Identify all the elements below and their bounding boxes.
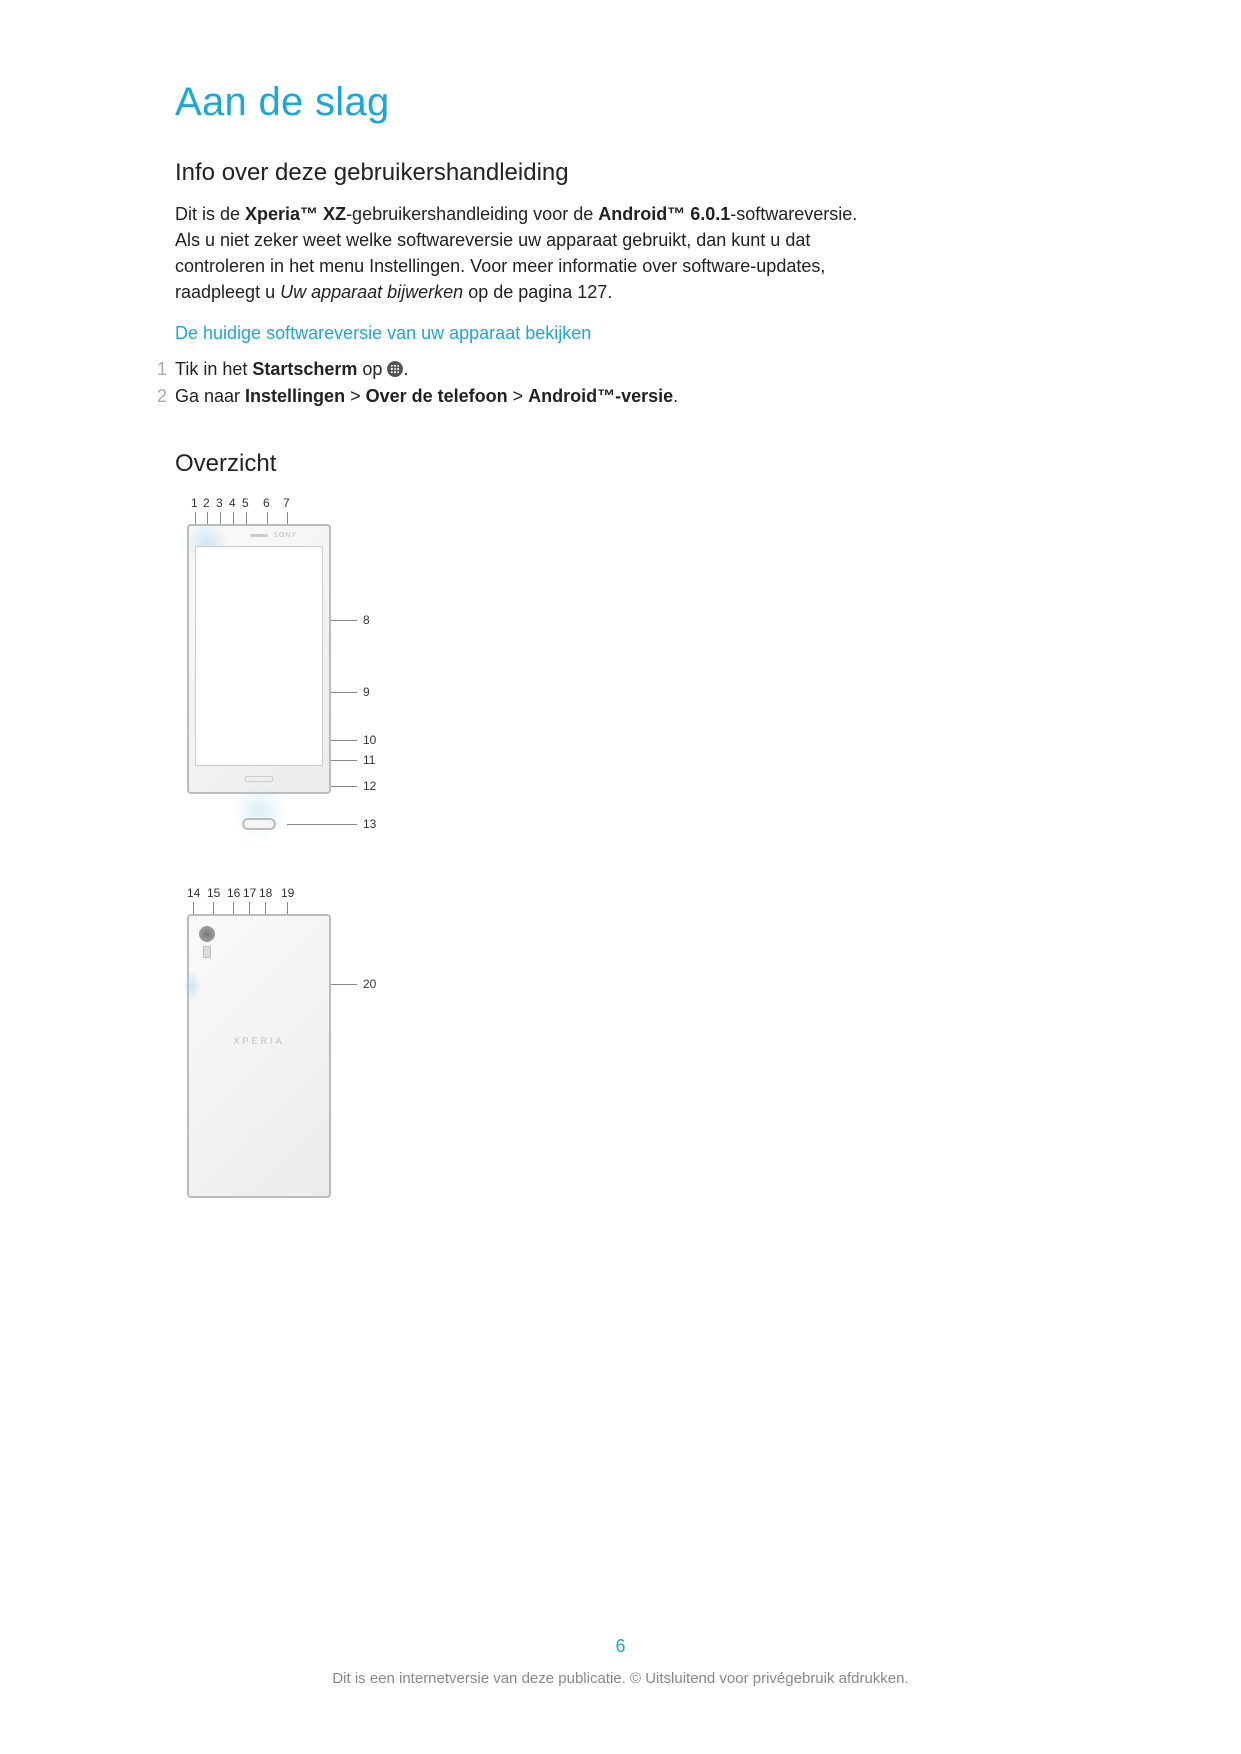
highlight-glow	[230, 782, 288, 840]
text: >	[345, 386, 366, 406]
usb-port	[242, 818, 276, 830]
step-1: 1 Tik in het Startscherm op .	[145, 356, 1065, 383]
text: -gebruikershandleiding voor de	[346, 204, 598, 224]
callout-8: 8	[363, 613, 370, 627]
text: Ga naar	[175, 386, 245, 406]
text: op de pagina 127.	[463, 282, 612, 302]
text: >	[508, 386, 529, 406]
intro-paragraph: Dit is de Xperia™ XZ-gebruikershandleidi…	[175, 201, 875, 305]
callout-3: 3	[216, 496, 223, 510]
section-info-heading: Info over deze gebruikershandleiding	[175, 159, 1065, 187]
phone-back-outline: XPERIA	[187, 914, 331, 1198]
diagram-front: 1 2 3 4 5 6 7 SONY	[187, 496, 1065, 794]
callout-12: 12	[363, 779, 376, 793]
procedure-heading: De huidige softwareversie van uw apparaa…	[175, 323, 1065, 344]
apps-icon	[387, 361, 403, 377]
callout-1: 1	[191, 496, 198, 510]
step-2: 2 Ga naar Instellingen > Over de telefoo…	[145, 383, 1065, 410]
callout-5: 5	[242, 496, 249, 510]
callout-9: 9	[363, 685, 370, 699]
callout-17: 17	[243, 886, 256, 900]
ui-home-screen: Startscherm	[252, 359, 357, 379]
callout-7: 7	[283, 496, 290, 510]
callout-20: 20	[363, 977, 376, 991]
text: .	[403, 359, 408, 379]
callout-14: 14	[187, 886, 200, 900]
callout-13: 13	[363, 817, 376, 831]
page-number: 6	[0, 1636, 1241, 1657]
camera-flash	[203, 946, 211, 958]
brand-label: XPERIA	[189, 1036, 329, 1046]
camera-lens	[199, 926, 215, 942]
procedure-steps: 1 Tik in het Startscherm op . 2 Ga naar …	[145, 356, 1065, 410]
footer-note: Dit is een internetversie van deze publi…	[0, 1670, 1241, 1687]
step-number: 2	[145, 383, 167, 410]
callout-4: 4	[229, 496, 236, 510]
callout-2: 2	[203, 496, 210, 510]
page-title: Aan de slag	[175, 80, 1065, 125]
brand-label: SONY	[273, 532, 297, 539]
callout-18: 18	[259, 886, 272, 900]
diagram-front-top-labels: 1 2 3 4 5 6 7	[187, 496, 1065, 524]
highlight-glow	[183, 970, 201, 1002]
section-overview-heading: Overzicht	[175, 450, 1065, 478]
callout-15: 15	[207, 886, 220, 900]
callout-11: 11	[363, 753, 375, 767]
phone-front-outline: SONY	[187, 524, 331, 794]
screen	[195, 546, 323, 766]
ui-android-version: Android™-versie	[528, 386, 673, 406]
xref-link-text: Uw apparaat bijwerken	[280, 282, 463, 302]
diagram-back: 14 15 16 17 18 19 XPERIA 20	[187, 886, 1065, 1198]
ui-settings: Instellingen	[245, 386, 345, 406]
step-number: 1	[145, 356, 167, 383]
text: Tik in het	[175, 359, 252, 379]
product-name: Xperia™ XZ	[245, 204, 346, 224]
callout-19: 19	[281, 886, 294, 900]
ui-about-phone: Over de telefoon	[366, 386, 508, 406]
text: .	[673, 386, 678, 406]
callout-6: 6	[263, 496, 270, 510]
earpiece	[250, 534, 268, 537]
text: op	[357, 359, 387, 379]
text: Dit is de	[175, 204, 245, 224]
diagram-back-top-labels: 14 15 16 17 18 19	[187, 886, 1065, 914]
callout-16: 16	[227, 886, 240, 900]
android-version: Android™ 6.0.1	[598, 204, 730, 224]
callout-10: 10	[363, 733, 376, 747]
